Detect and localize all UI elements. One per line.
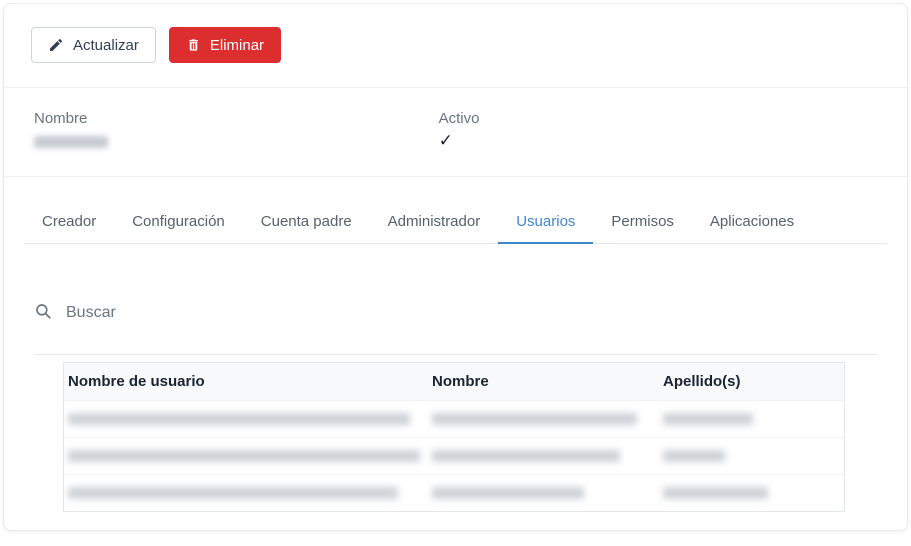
table-row[interactable] <box>64 437 844 475</box>
name-label: Nombre <box>34 110 88 127</box>
update-button-label: Actualizar <box>73 36 139 54</box>
search-icon <box>34 302 52 324</box>
tab-creador[interactable]: Creador <box>24 204 114 243</box>
redacted-cell <box>428 400 659 438</box>
toolbar: Actualizar Eliminar <box>4 4 907 88</box>
redacted-cell <box>64 400 428 438</box>
column-header-nombre-de-usuario: Nombre de usuario <box>64 363 428 401</box>
name-value-redacted <box>34 136 108 148</box>
column-header-apellido(s): Apellido(s) <box>658 363 844 401</box>
search-input[interactable] <box>66 304 877 322</box>
tab-configuracion[interactable]: Configuración <box>114 204 243 243</box>
redacted-text <box>432 413 637 425</box>
redacted-text <box>68 487 398 499</box>
redacted-cell <box>64 475 428 512</box>
name-field: Nombre <box>34 110 439 149</box>
redacted-cell <box>658 400 844 438</box>
redacted-text <box>432 487 584 499</box>
account-info-section: Nombre Activo ✓ <box>4 88 907 177</box>
redacted-cell <box>659 475 844 512</box>
users-table-header-row: Nombre de usuario Nombre Apellido(s) <box>64 363 844 401</box>
tab-bar: Creador Configuración Cuenta padre Administ… <box>24 177 887 244</box>
redacted-cell <box>428 475 659 512</box>
active-field: Activo ✓ <box>439 110 844 149</box>
account-detail-card: Actualizar Eliminar Nombre Activo ✓ Crea… <box>3 3 908 531</box>
table-row[interactable] <box>64 475 844 512</box>
column-header-nombre: Nombre <box>428 363 659 401</box>
redacted-cell <box>64 437 428 475</box>
users-table-body <box>64 400 844 512</box>
pencil-icon <box>48 37 64 53</box>
tab-cuenta-padre[interactable]: Cuenta padre <box>243 204 370 243</box>
update-button[interactable]: Actualizar <box>31 27 156 63</box>
redacted-text <box>432 450 620 462</box>
tab-permisos[interactable]: Permisos <box>593 204 692 243</box>
table-row[interactable] <box>64 400 844 438</box>
redacted-text <box>662 487 768 499</box>
tab-usuarios[interactable]: Usuarios <box>498 204 594 244</box>
trash-icon <box>186 37 201 53</box>
delete-button-label: Eliminar <box>209 36 265 54</box>
redacted-text <box>662 413 753 425</box>
delete-button[interactable]: Eliminar <box>168 27 282 63</box>
redacted-text <box>68 450 420 462</box>
active-label: Activo <box>438 110 480 127</box>
redacted-cell <box>658 437 844 475</box>
redacted-cell <box>428 437 659 475</box>
check-icon: ✓ <box>438 131 453 150</box>
search-bar <box>34 302 877 355</box>
tab-content: Nombre de usuarioNombreApellido(s) <box>4 302 907 512</box>
redacted-text <box>68 413 410 425</box>
users-table: Nombre de usuario Nombre Apellido(s) <box>63 362 845 512</box>
tab-administrador[interactable]: Administrador <box>370 204 499 243</box>
redacted-text <box>662 450 725 462</box>
tab-aplicaciones[interactable]: Aplicaciones <box>692 204 812 243</box>
